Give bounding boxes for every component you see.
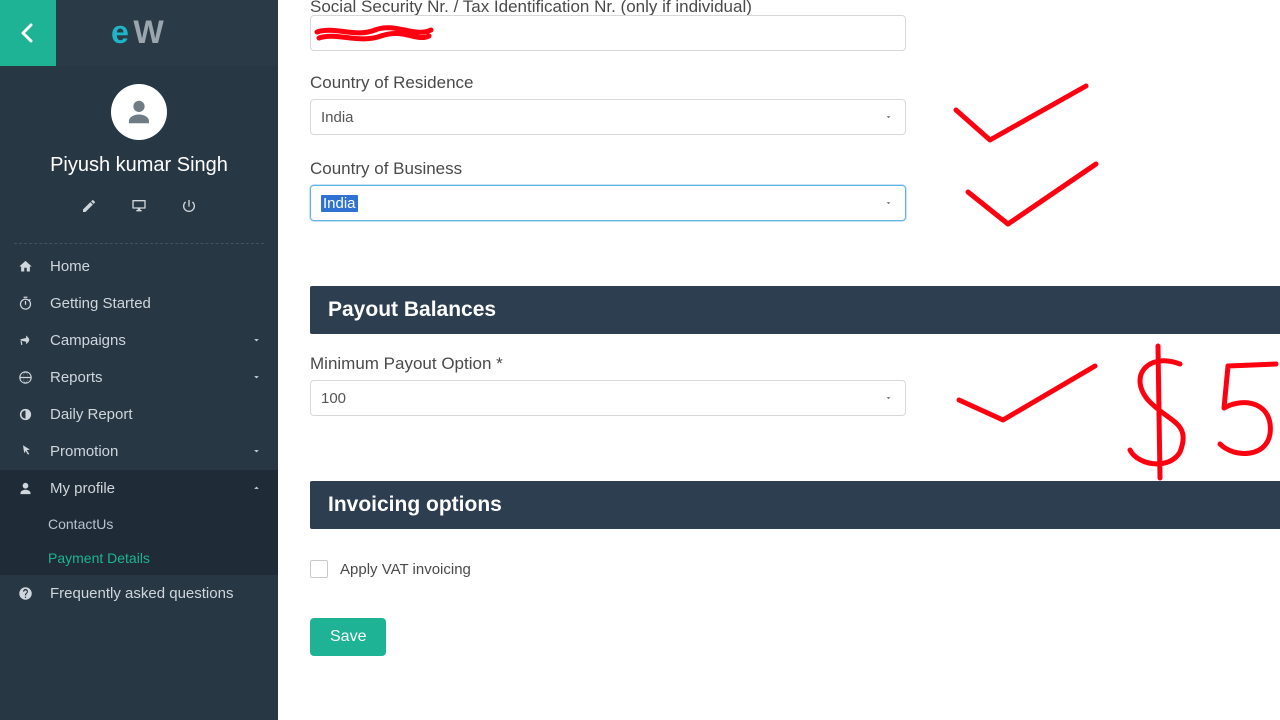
sidebar-item-reports[interactable]: Reports — [0, 359, 278, 396]
apply-vat-checkbox[interactable] — [310, 560, 328, 578]
chevron-down-icon — [251, 371, 262, 382]
country-of-residence-label: Country of Residence — [310, 73, 906, 93]
profile-block: Piyush kumar Singh — [0, 66, 278, 237]
minimum-payout-select[interactable]: 100 — [310, 380, 906, 416]
save-button[interactable]: Save — [310, 618, 386, 656]
globe-icon — [18, 370, 33, 385]
ssn-input[interactable] — [310, 15, 906, 51]
brand-logo[interactable]: e W — [56, 0, 278, 66]
country-of-business-select[interactable]: India — [310, 185, 906, 221]
desktop-button[interactable] — [130, 197, 148, 215]
svg-text:e: e — [111, 14, 129, 50]
dropdown-caret-icon — [884, 199, 893, 208]
pencil-icon — [81, 198, 97, 214]
pointer-icon — [18, 444, 33, 459]
sidebar-item-home[interactable]: Home — [0, 248, 278, 285]
apply-vat-label: Apply VAT invoicing — [340, 561, 471, 578]
chevron-down-icon — [251, 445, 262, 456]
sidebar-item-label: Daily Report — [50, 406, 133, 423]
dropdown-caret-icon — [884, 394, 893, 403]
minimum-payout-value: 100 — [321, 390, 346, 407]
avatar[interactable] — [111, 84, 167, 140]
country-of-business-value: India — [321, 195, 358, 212]
sidebar-item-label: Getting Started — [50, 295, 151, 312]
sidebar-item-getting-started[interactable]: Getting Started — [0, 285, 278, 322]
country-of-residence-value: India — [321, 109, 354, 126]
sidebar-item-label: Reports — [50, 369, 103, 386]
svg-text:W: W — [133, 14, 164, 50]
invoicing-options-header: Invoicing options — [310, 481, 1280, 529]
sidebar-item-label: Home — [50, 258, 90, 275]
sidebar-item-faq[interactable]: Frequently asked questions — [0, 575, 278, 612]
stopwatch-icon — [18, 296, 33, 311]
country-of-business-label: Country of Business — [310, 159, 906, 179]
payout-balances-header: Payout Balances — [310, 286, 1280, 334]
desktop-icon — [131, 198, 147, 214]
country-of-residence-select[interactable]: India — [310, 99, 906, 135]
chevron-down-icon — [251, 334, 262, 345]
sidebar-item-label: My profile — [50, 480, 115, 497]
sidebar-subitem-label: Payment Details — [48, 550, 150, 566]
dropdown-caret-icon — [884, 113, 893, 122]
sidebar-subnav-my-profile: ContactUs Payment Details — [0, 507, 278, 575]
chevron-up-icon — [251, 482, 262, 493]
sidebar-item-label: Frequently asked questions — [50, 585, 233, 602]
power-icon — [181, 198, 197, 214]
sidebar-item-daily-report[interactable]: Daily Report — [0, 396, 278, 433]
sidebar-item-campaigns[interactable]: Campaigns — [0, 322, 278, 359]
home-icon — [18, 259, 33, 274]
sidebar-subitem-label: ContactUs — [48, 516, 113, 532]
logout-button[interactable] — [180, 197, 198, 215]
bullhorn-icon — [18, 333, 33, 348]
globe-icon — [18, 407, 33, 422]
sidebar: Piyush kumar Singh Home Getting Started … — [0, 66, 278, 720]
sidebar-item-my-profile[interactable]: My profile — [0, 470, 278, 507]
minimum-payout-label: Minimum Payout Option * — [310, 354, 906, 374]
user-icon — [124, 97, 154, 127]
question-icon — [18, 586, 33, 601]
back-button[interactable] — [0, 0, 56, 66]
sidebar-subitem-payment-details[interactable]: Payment Details — [0, 541, 278, 575]
sidebar-item-label: Campaigns — [50, 332, 126, 349]
edit-profile-button[interactable] — [80, 197, 98, 215]
user-icon — [18, 481, 33, 496]
sidebar-subitem-contact-us[interactable]: ContactUs — [0, 507, 278, 541]
user-name: Piyush kumar Singh — [50, 154, 228, 177]
sidebar-divider — [14, 243, 264, 244]
sidebar-item-promotion[interactable]: Promotion — [0, 433, 278, 470]
chevron-left-icon — [16, 21, 40, 45]
sidebar-item-label: Promotion — [50, 443, 118, 460]
